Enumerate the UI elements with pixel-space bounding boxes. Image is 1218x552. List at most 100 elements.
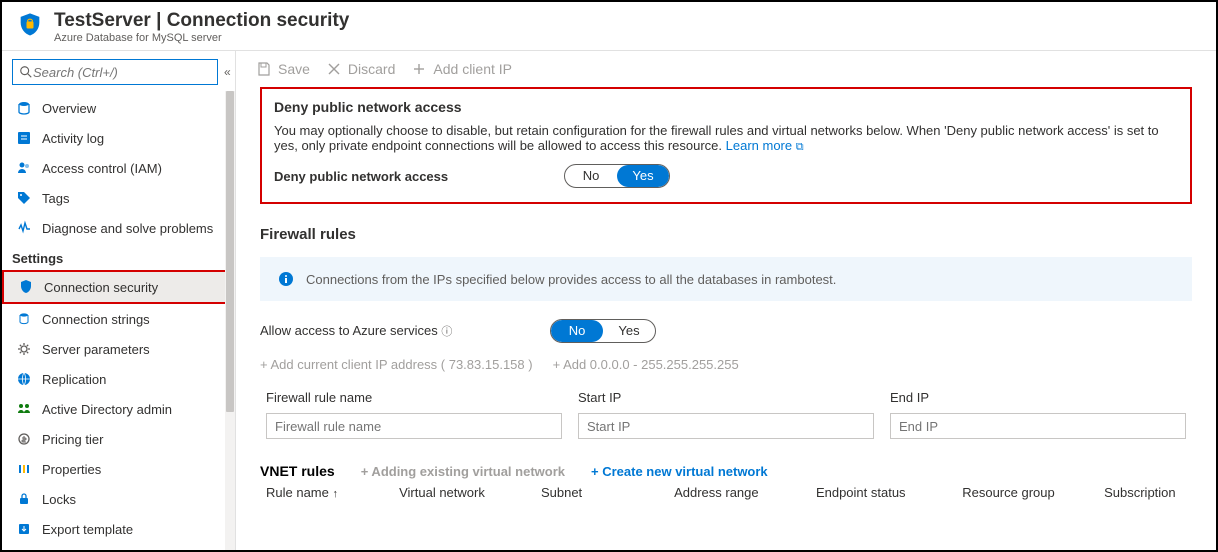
export-icon — [16, 521, 32, 537]
search-input-wrap[interactable] — [12, 59, 218, 85]
learn-more-link[interactable]: Learn more ⧉ — [726, 138, 804, 153]
diagnose-icon — [16, 220, 32, 236]
deny-toggle[interactable]: No Yes — [564, 164, 670, 188]
nav-label: Connection strings — [42, 312, 150, 327]
deny-description: You may optionally choose to disable, bu… — [274, 123, 1178, 154]
firewall-info-text: Connections from the IPs specified below… — [306, 272, 836, 287]
sidebar-item-connection-strings[interactable]: Connection strings — [2, 304, 235, 334]
deny-public-access-section: Deny public network access You may optio… — [260, 87, 1192, 204]
allow-azure-label: Allow access to Azure services ⓘ — [260, 323, 510, 339]
properties-icon — [16, 461, 32, 477]
discard-label: Discard — [348, 61, 395, 77]
sidebar-item-replication[interactable]: Replication — [2, 364, 235, 394]
aad-icon — [16, 401, 32, 417]
vnet-col-address-range[interactable]: Address range — [674, 485, 806, 500]
nav-label: Activity log — [42, 131, 104, 146]
vnet-col-rule-name[interactable]: Rule name ↑ — [266, 485, 389, 500]
lock-icon — [16, 491, 32, 507]
globe-icon — [16, 371, 32, 387]
search-input[interactable] — [33, 65, 211, 80]
deny-toggle-yes[interactable]: Yes — [617, 165, 669, 187]
vnet-col-subnet[interactable]: Subnet — [541, 485, 664, 500]
info-icon — [278, 271, 294, 287]
save-label: Save — [278, 61, 310, 77]
sidebar-item-iam[interactable]: Access control (IAM) — [2, 153, 235, 183]
nav-label: Diagnose and solve problems — [42, 221, 213, 236]
vnet-rules-title: VNET rules — [260, 463, 335, 479]
sidebar-item-overview[interactable]: Overview — [2, 93, 235, 123]
add-full-range-link: + Add 0.0.0.0 - 255.255.255.255 — [553, 357, 739, 372]
add-client-ip-button[interactable]: Add client IP — [411, 61, 512, 77]
save-button[interactable]: Save — [256, 61, 310, 77]
sidebar-item-tags[interactable]: Tags — [2, 183, 235, 213]
sidebar-item-locks[interactable]: Locks — [2, 484, 235, 514]
sidebar-item-connection-security[interactable]: Connection security — [4, 272, 233, 302]
allow-azure-no[interactable]: No — [551, 320, 603, 342]
iam-icon — [16, 160, 32, 176]
allow-azure-toggle[interactable]: No Yes — [550, 319, 656, 343]
shield-icon — [16, 11, 44, 44]
vnet-col-virtual-network[interactable]: Virtual network — [399, 485, 531, 500]
sidebar: « Overview Activity log Access control (… — [2, 51, 236, 550]
shield-small-icon — [18, 279, 34, 295]
nav-label: Active Directory admin — [42, 402, 172, 417]
allow-azure-yes[interactable]: Yes — [603, 320, 655, 342]
page-header: TestServer | Connection security Azure D… — [2, 2, 1216, 51]
overview-icon — [16, 100, 32, 116]
page-title: TestServer | Connection security — [54, 10, 349, 32]
add-current-ip-link: + Add current client IP address ( 73.83.… — [260, 357, 533, 372]
vnet-table-header: Rule name ↑ Virtual network Subnet Addre… — [260, 485, 1192, 500]
vnet-add-existing: + Adding existing virtual network — [361, 464, 565, 479]
deny-toggle-label: Deny public network access — [274, 169, 524, 184]
nav-list: Overview Activity log Access control (IA… — [2, 93, 235, 550]
firewall-rule-name-input[interactable] — [266, 413, 562, 439]
sidebar-item-pricing[interactable]: Pricing tier — [2, 424, 235, 454]
sort-asc-icon: ↑ — [333, 488, 339, 500]
vnet-col-resource-group[interactable]: Resource group — [962, 485, 1094, 500]
external-link-icon: ⧉ — [796, 141, 804, 153]
sidebar-scrollbar[interactable] — [225, 91, 235, 550]
nav-label: Pricing tier — [42, 432, 103, 447]
sidebar-item-activity-log[interactable]: Activity log — [2, 123, 235, 153]
discard-icon — [326, 61, 342, 77]
vnet-create-new[interactable]: + Create new virtual network — [591, 464, 768, 479]
save-icon — [256, 61, 272, 77]
info-hint-icon[interactable]: ⓘ — [441, 326, 452, 338]
sidebar-item-export-template[interactable]: Export template — [2, 514, 235, 544]
activity-log-icon — [16, 130, 32, 146]
firewall-start-ip-input[interactable] — [578, 413, 874, 439]
nav-label: Connection security — [44, 280, 158, 295]
vnet-col-subscription[interactable]: Subscription — [1104, 485, 1192, 500]
nav-label: Properties — [42, 462, 101, 477]
sidebar-item-server-parameters[interactable]: Server parameters — [2, 334, 235, 364]
deny-title: Deny public network access — [274, 99, 1178, 115]
col-rule-name: Firewall rule name — [266, 390, 562, 405]
collapse-sidebar-icon[interactable]: « — [224, 65, 231, 79]
nav-label: Overview — [42, 101, 96, 116]
nav-label: Replication — [42, 372, 106, 387]
addip-label: Add client IP — [433, 61, 512, 77]
plus-icon — [411, 61, 427, 77]
sidebar-item-properties[interactable]: Properties — [2, 454, 235, 484]
firewall-info-bar: Connections from the IPs specified below… — [260, 257, 1192, 301]
nav-group-settings: Settings — [2, 243, 235, 270]
sidebar-item-aad-admin[interactable]: Active Directory admin — [2, 394, 235, 424]
nav-label: Tags — [42, 191, 69, 206]
toolbar: Save Discard Add client IP — [236, 51, 1216, 87]
connection-strings-icon — [16, 311, 32, 327]
nav-label: Server parameters — [42, 342, 150, 357]
search-icon — [19, 65, 33, 79]
sidebar-item-diagnose[interactable]: Diagnose and solve problems — [2, 213, 235, 243]
vnet-col-endpoint-status[interactable]: Endpoint status — [816, 485, 952, 500]
pricing-icon — [16, 431, 32, 447]
discard-button[interactable]: Discard — [326, 61, 395, 77]
page-subtitle: Azure Database for MySQL server — [54, 32, 349, 44]
firewall-rules-title: Firewall rules — [260, 226, 1192, 243]
tags-icon — [16, 190, 32, 206]
firewall-table-header: Firewall rule name Start IP End IP — [260, 390, 1192, 405]
col-start-ip: Start IP — [578, 390, 874, 405]
nav-label: Locks — [42, 492, 76, 507]
firewall-end-ip-input[interactable] — [890, 413, 1186, 439]
nav-label: Access control (IAM) — [42, 161, 162, 176]
deny-toggle-no[interactable]: No — [565, 165, 617, 187]
